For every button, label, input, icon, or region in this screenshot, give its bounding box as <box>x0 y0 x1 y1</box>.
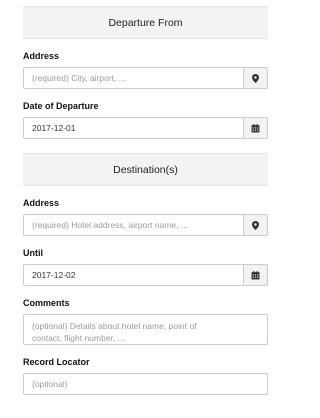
departure-date-label: Date of Departure <box>23 101 99 111</box>
departure-title: Departure From <box>108 16 183 29</box>
destination-address-input[interactable]: (required) Hotel address, airport name, … <box>24 215 243 235</box>
departure-address-field[interactable]: (required) City, airport, ... <box>23 67 268 89</box>
destination-address-field[interactable]: (required) Hotel address, airport name, … <box>23 214 268 236</box>
destination-address-label: Address <box>23 198 60 208</box>
trip-form: Departure From Address (required) City, … <box>0 6 271 418</box>
departure-address-input[interactable]: (required) City, airport, ... <box>24 68 243 88</box>
calendar-icon[interactable] <box>243 265 267 285</box>
comments-placeholder-line1: (optional) Details about hotel name, poi… <box>32 321 197 331</box>
calendar-icon[interactable] <box>243 118 267 138</box>
departure-date-input[interactable]: 2017-12-01 <box>24 118 243 138</box>
map-marker-icon[interactable] <box>243 215 267 235</box>
destination-title: Destination(s) <box>113 163 178 176</box>
until-label: Until <box>23 248 43 258</box>
comments-textarea[interactable]: (optional) Details about hotel name, poi… <box>23 314 268 345</box>
until-date-input[interactable]: 2017-12-02 <box>24 265 243 285</box>
departure-section-header: Departure From <box>23 6 268 39</box>
record-locator-label: Record Locator <box>23 357 90 367</box>
until-date-field[interactable]: 2017-12-02 <box>23 264 268 286</box>
destination-section-header: Destination(s) <box>23 153 268 186</box>
departure-address-label: Address <box>23 51 60 61</box>
departure-date-field[interactable]: 2017-12-01 <box>23 117 268 139</box>
comments-placeholder-line2: contact, flight number, ... <box>32 333 125 343</box>
comments-label: Comments <box>23 298 70 308</box>
map-marker-icon[interactable] <box>243 68 267 88</box>
record-locator-input[interactable]: (optional) <box>23 373 268 395</box>
